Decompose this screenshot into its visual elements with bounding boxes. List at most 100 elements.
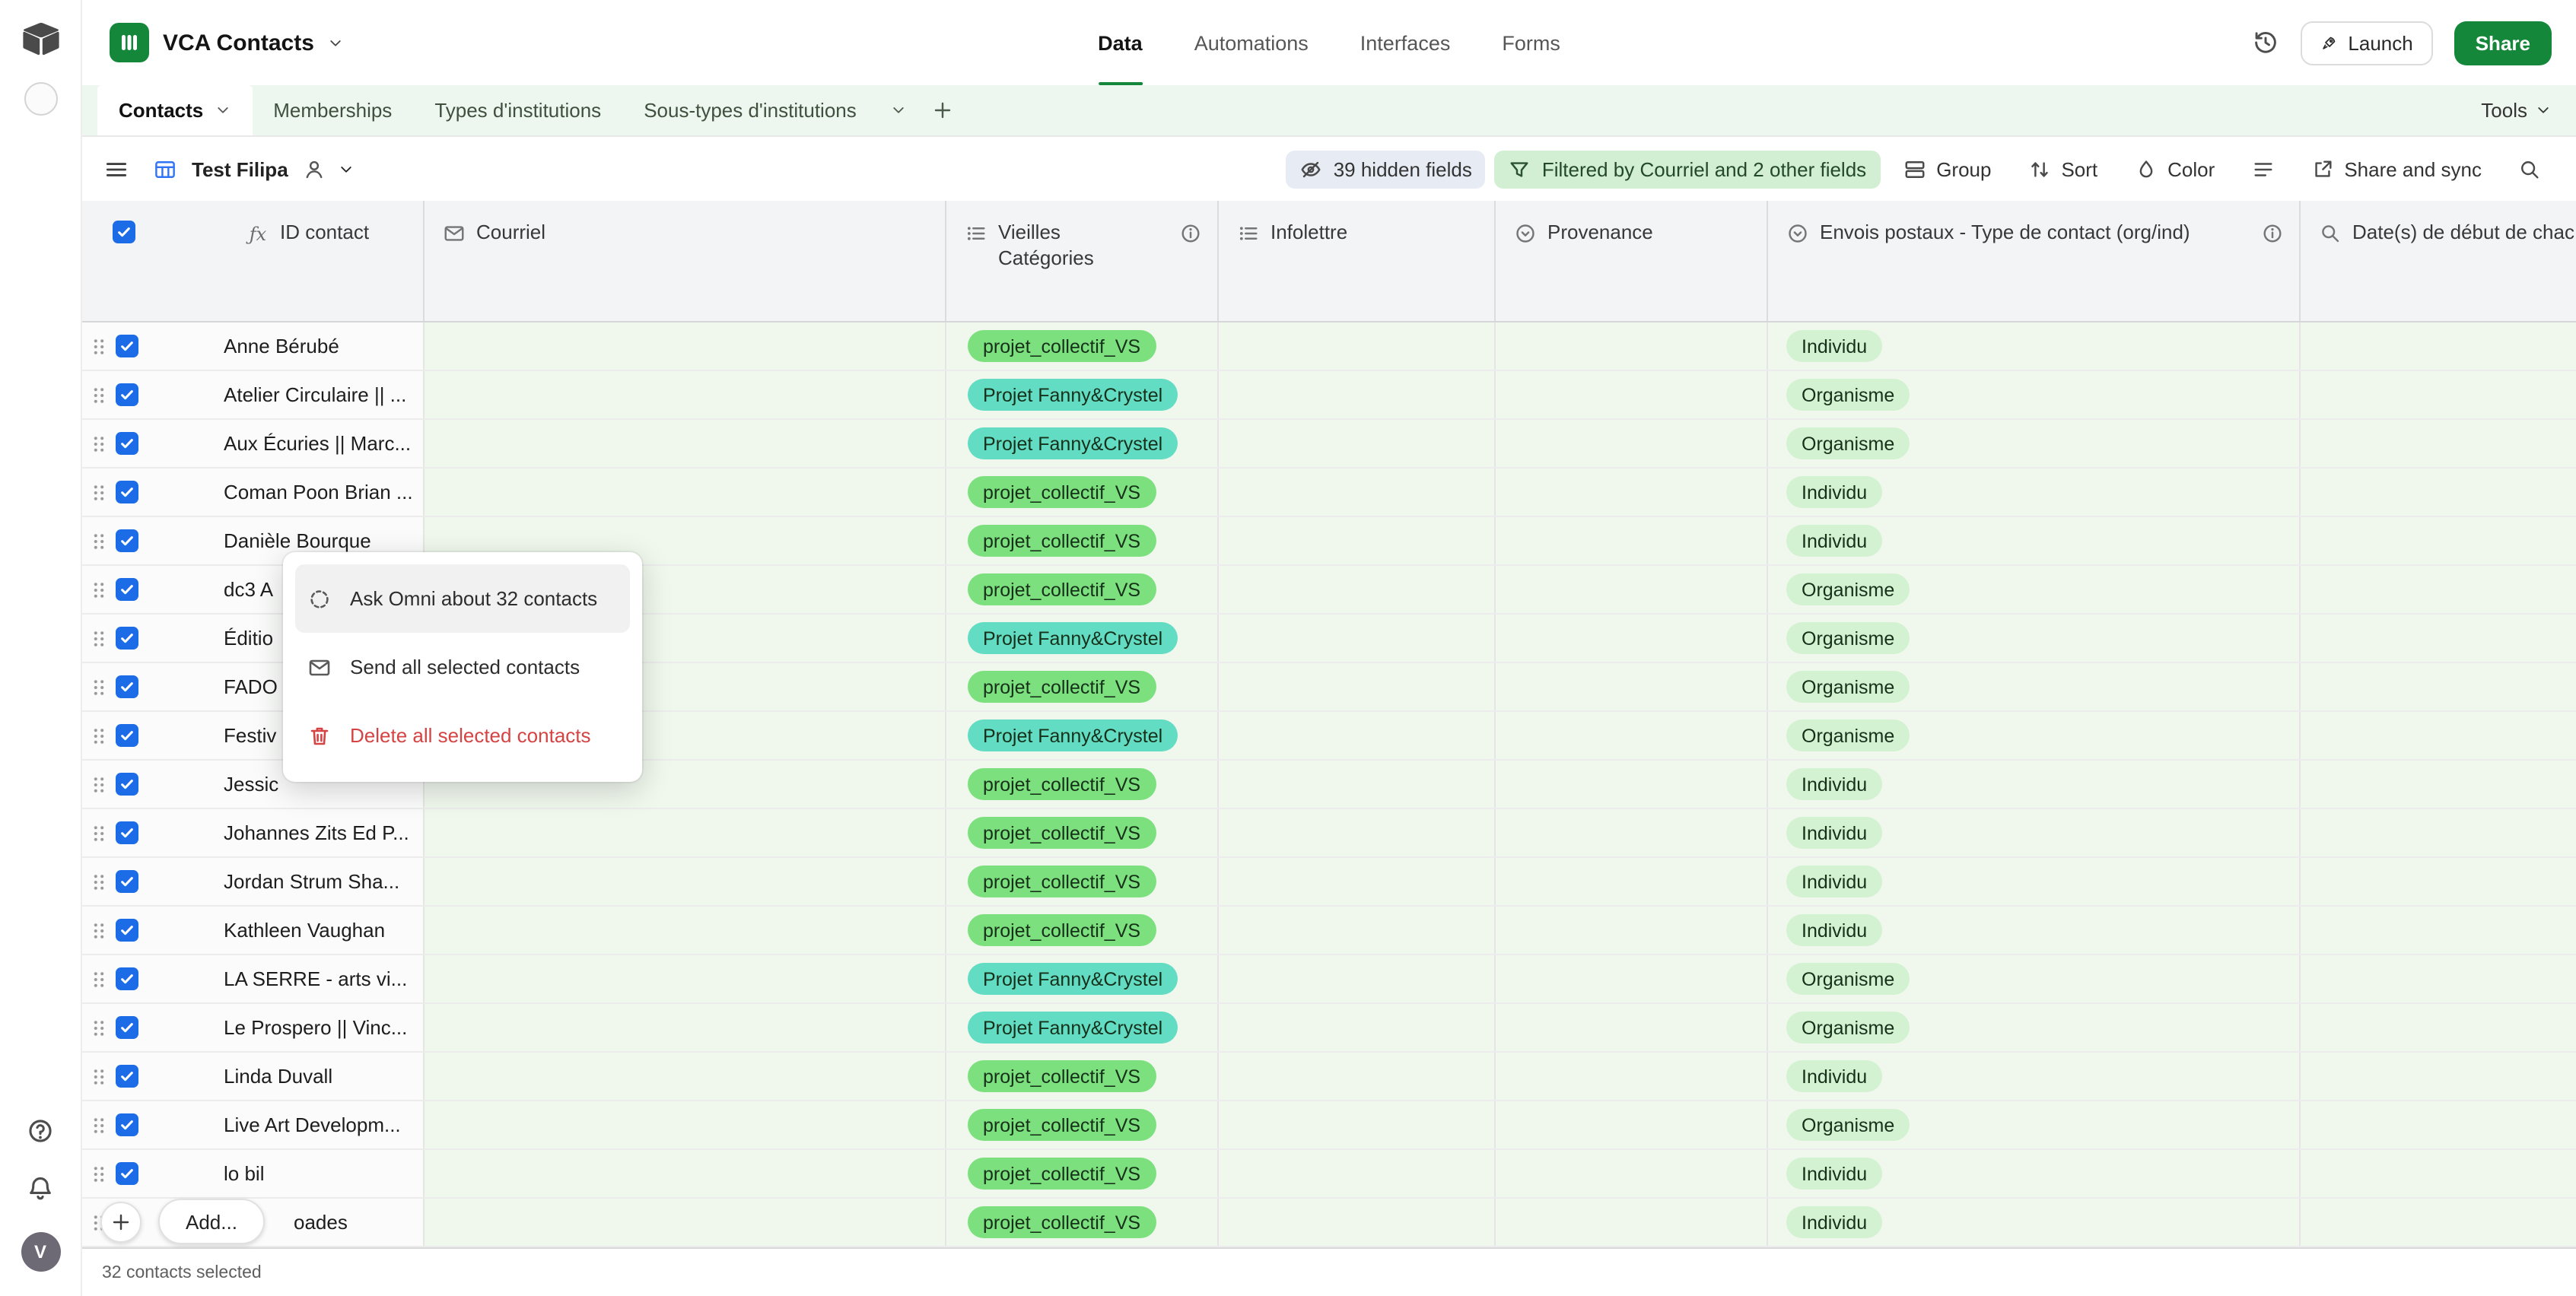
cell-envois-postaux[interactable]: Organisme <box>1768 615 2301 662</box>
row-checkbox[interactable] <box>116 821 138 844</box>
row-checkbox[interactable] <box>116 481 138 503</box>
chevron-down-icon[interactable] <box>328 34 345 51</box>
cell-envois-postaux[interactable]: Individu <box>1768 322 2301 370</box>
chevron-down-icon[interactable] <box>339 160 355 177</box>
share-button[interactable]: Share <box>2454 21 2552 65</box>
cell-envois-postaux[interactable]: Organisme <box>1768 420 2301 467</box>
cell-vieilles-categories[interactable]: Projet Fanny&Crystel <box>946 615 1219 662</box>
cell-vieilles-categories[interactable]: projet_collectif_VS <box>946 663 1219 710</box>
cell-vieilles-categories[interactable]: projet_collectif_VS <box>946 517 1219 564</box>
cell-vieilles-categories[interactable]: projet_collectif_VS <box>946 1101 1219 1148</box>
cell-date-debut[interactable] <box>2301 517 2576 564</box>
cell-provenance[interactable] <box>1496 615 1768 662</box>
row-checkbox[interactable] <box>116 870 138 893</box>
row-name-cell[interactable]: Le Prospero || Vinc... <box>82 1004 425 1051</box>
cell-infolettre[interactable] <box>1219 615 1496 662</box>
row-checkbox[interactable] <box>116 383 138 406</box>
row-height-button[interactable] <box>2237 150 2288 188</box>
search-button[interactable] <box>2504 150 2555 188</box>
cell-courriel[interactable] <box>425 371 946 418</box>
column-header-date-s-de-d-but-de-chac[interactable]: Date(s) de début de chac <box>2301 201 2576 321</box>
cell-provenance[interactable] <box>1496 566 1768 613</box>
row-name-cell[interactable]: Atelier Circulaire || ... <box>82 371 425 418</box>
cell-date-debut[interactable] <box>2301 858 2576 905</box>
cell-date-debut[interactable] <box>2301 1053 2576 1100</box>
cell-provenance[interactable] <box>1496 907 1768 954</box>
cell-courriel[interactable] <box>425 1053 946 1100</box>
cell-envois-postaux[interactable]: Individu <box>1768 858 2301 905</box>
cell-vieilles-categories[interactable]: projet_collectif_VS <box>946 1199 1219 1246</box>
row-checkbox[interactable] <box>116 919 138 942</box>
add-record-button[interactable] <box>100 1201 142 1242</box>
cell-infolettre[interactable] <box>1219 761 1496 808</box>
cell-date-debut[interactable] <box>2301 420 2576 467</box>
cell-envois-postaux[interactable]: Individu <box>1768 517 2301 564</box>
cell-date-debut[interactable] <box>2301 907 2576 954</box>
cell-courriel[interactable] <box>425 469 946 516</box>
share-and-sync-button[interactable]: Share and sync <box>2297 150 2495 188</box>
tab-types-d-institutions[interactable]: Types d'institutions <box>413 85 622 135</box>
column-header-id-contact[interactable]: ƒxID contact <box>82 201 425 321</box>
filter-button[interactable]: Filtered by Courriel and 2 other fields <box>1495 150 1880 188</box>
cell-date-debut[interactable] <box>2301 809 2576 856</box>
row-checkbox[interactable] <box>116 529 138 552</box>
nav-interfaces[interactable]: Interfaces <box>1360 0 1451 85</box>
row-checkbox[interactable] <box>116 1016 138 1039</box>
tab-sous-types-d-institutions[interactable]: Sous-types d'institutions <box>622 85 878 135</box>
nav-forms[interactable]: Forms <box>1502 0 1560 85</box>
cell-envois-postaux[interactable]: Organisme <box>1768 955 2301 1002</box>
cell-vieilles-categories[interactable]: projet_collectif_VS <box>946 322 1219 370</box>
row-checkbox[interactable] <box>116 773 138 796</box>
cell-vieilles-categories[interactable]: Projet Fanny&Crystel <box>946 955 1219 1002</box>
cell-date-debut[interactable] <box>2301 615 2576 662</box>
cell-provenance[interactable] <box>1496 371 1768 418</box>
notifications-bell-icon[interactable] <box>26 1174 55 1203</box>
cell-provenance[interactable] <box>1496 663 1768 710</box>
cell-vieilles-categories[interactable]: Projet Fanny&Crystel <box>946 712 1219 759</box>
tab-overflow-chevron-icon[interactable] <box>878 85 919 135</box>
cell-vieilles-categories[interactable]: projet_collectif_VS <box>946 1150 1219 1197</box>
cell-envois-postaux[interactable]: Individu <box>1768 1053 2301 1100</box>
cell-vieilles-categories[interactable]: projet_collectif_VS <box>946 809 1219 856</box>
row-name-cell[interactable]: Linda Duvall <box>82 1053 425 1100</box>
cell-vieilles-categories[interactable]: projet_collectif_VS <box>946 469 1219 516</box>
add-table-button[interactable] <box>919 85 966 135</box>
cell-infolettre[interactable] <box>1219 517 1496 564</box>
tab-memberships[interactable]: Memberships <box>252 85 413 135</box>
cell-infolettre[interactable] <box>1219 712 1496 759</box>
hidden-fields-button[interactable]: 39 hidden fields <box>1286 150 1486 188</box>
cell-infolettre[interactable] <box>1219 809 1496 856</box>
cell-infolettre[interactable] <box>1219 663 1496 710</box>
row-checkbox[interactable] <box>116 627 138 650</box>
cell-provenance[interactable] <box>1496 955 1768 1002</box>
cell-envois-postaux[interactable]: Organisme <box>1768 371 2301 418</box>
row-checkbox[interactable] <box>116 724 138 747</box>
cell-date-debut[interactable] <box>2301 1101 2576 1148</box>
cell-envois-postaux[interactable]: Organisme <box>1768 712 2301 759</box>
cell-vieilles-categories[interactable]: Projet Fanny&Crystel <box>946 371 1219 418</box>
cell-courriel[interactable] <box>425 907 946 954</box>
row-name-cell[interactable]: Live Art Developm... <box>82 1101 425 1148</box>
cell-infolettre[interactable] <box>1219 1053 1496 1100</box>
cell-date-debut[interactable] <box>2301 712 2576 759</box>
cell-envois-postaux[interactable]: Individu <box>1768 809 2301 856</box>
column-header-infolettre[interactable]: Infolettre <box>1219 201 1496 321</box>
row-name-cell[interactable]: lo bil <box>82 1150 425 1197</box>
cell-envois-postaux[interactable]: Organisme <box>1768 1004 2301 1051</box>
cell-courriel[interactable] <box>425 858 946 905</box>
cell-provenance[interactable] <box>1496 420 1768 467</box>
tab-contacts[interactable]: Contacts <box>97 85 252 135</box>
cell-provenance[interactable] <box>1496 858 1768 905</box>
cell-date-debut[interactable] <box>2301 469 2576 516</box>
cell-date-debut[interactable] <box>2301 1199 2576 1246</box>
column-header-provenance[interactable]: Provenance <box>1496 201 1768 321</box>
cell-infolettre[interactable] <box>1219 858 1496 905</box>
cell-vieilles-categories[interactable]: projet_collectif_VS <box>946 907 1219 954</box>
view-name[interactable]: Test Filipa <box>192 157 288 180</box>
cell-courriel[interactable] <box>425 322 946 370</box>
cell-provenance[interactable] <box>1496 469 1768 516</box>
row-checkbox[interactable] <box>116 967 138 990</box>
cell-provenance[interactable] <box>1496 517 1768 564</box>
cell-envois-postaux[interactable]: Organisme <box>1768 566 2301 613</box>
cell-envois-postaux[interactable]: Individu <box>1768 469 2301 516</box>
